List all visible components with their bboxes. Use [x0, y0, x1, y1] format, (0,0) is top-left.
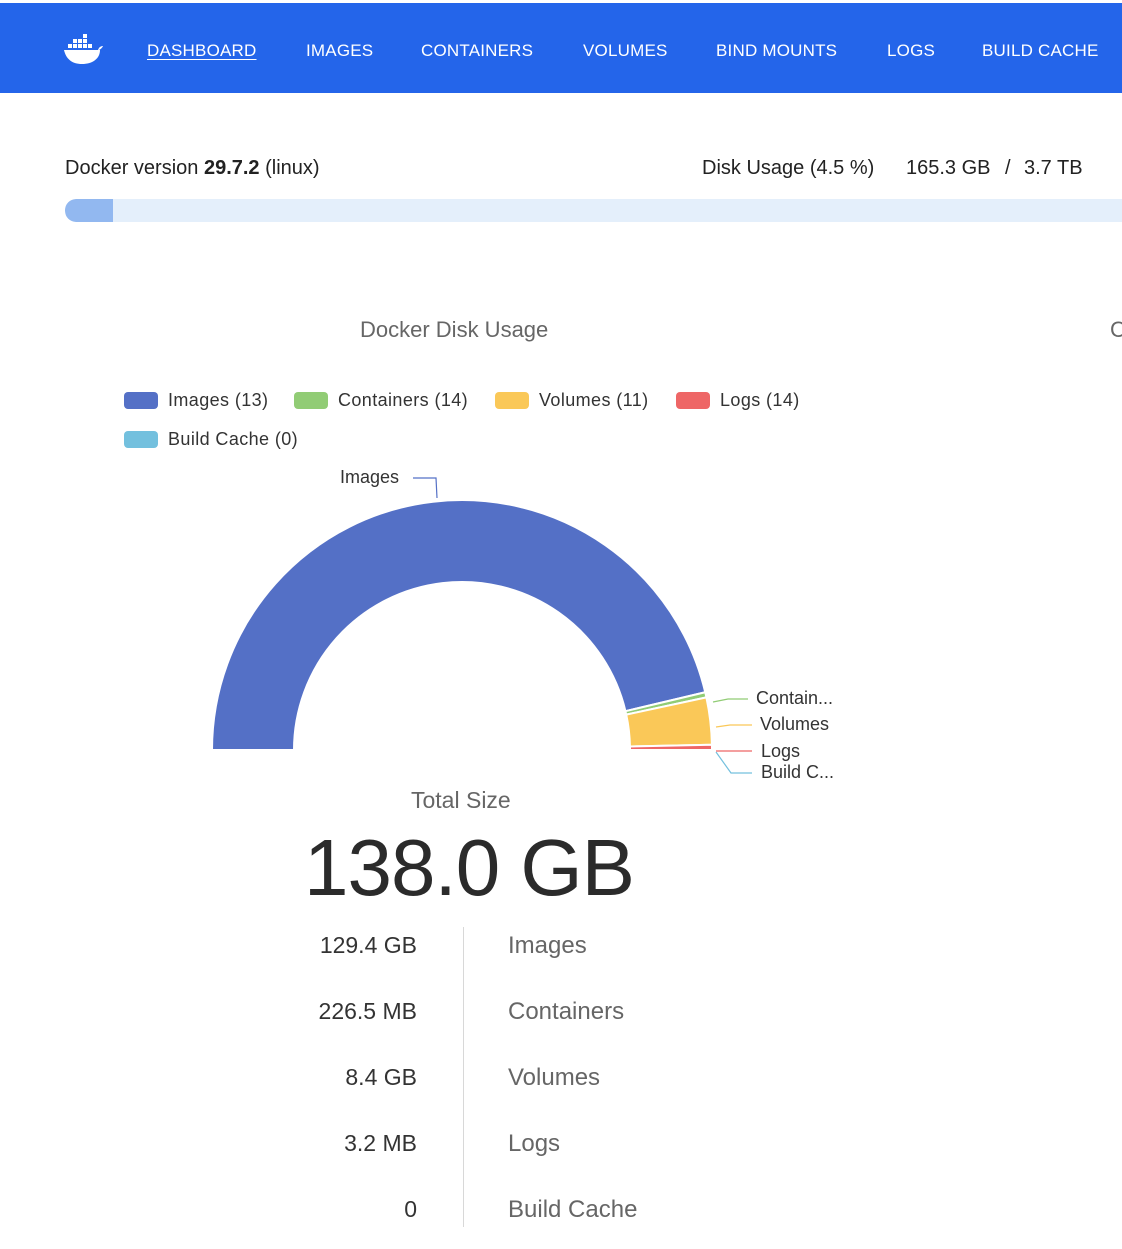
slice-label: Volumes: [760, 714, 829, 734]
slice-label: Contain...: [756, 688, 833, 708]
disk-usage-half-donut: Images Contain... Volumes LogsBuild C...: [211, 467, 834, 782]
slice-leader-line: [413, 477, 438, 499]
total-size-value: 138.0 GB: [304, 823, 635, 912]
slice-leader-line: [712, 698, 748, 703]
slice-label: Images: [340, 467, 399, 487]
breakdown-label-build-cache: Build Cache: [508, 1196, 638, 1223]
breakdown-value-images: 129.4 GB: [319, 932, 417, 958]
breakdown-value-volumes: 8.4 GB: [345, 1064, 417, 1090]
slice-label: Logs: [761, 741, 800, 761]
breakdown-value-logs: 3.2 MB: [344, 1130, 417, 1156]
breakdown-label-images: Images: [508, 932, 587, 959]
breakdown-label-logs: Logs: [508, 1130, 561, 1157]
breakdown-label-volumes: Volumes: [508, 1064, 601, 1091]
slice-label: Build C...: [761, 762, 834, 782]
slice-leader-line: [715, 724, 752, 728]
donut-slice-logs[interactable]: [628, 743, 713, 751]
breakdown-value-containers: 226.5 MB: [318, 998, 417, 1024]
total-size-label: Total Size: [411, 787, 511, 813]
breakdown-divider: [463, 927, 464, 1227]
slice-leader-line: [715, 751, 752, 774]
breakdown-label-containers: Containers: [508, 998, 625, 1025]
breakdown-value-build-cache: 0: [404, 1196, 417, 1222]
